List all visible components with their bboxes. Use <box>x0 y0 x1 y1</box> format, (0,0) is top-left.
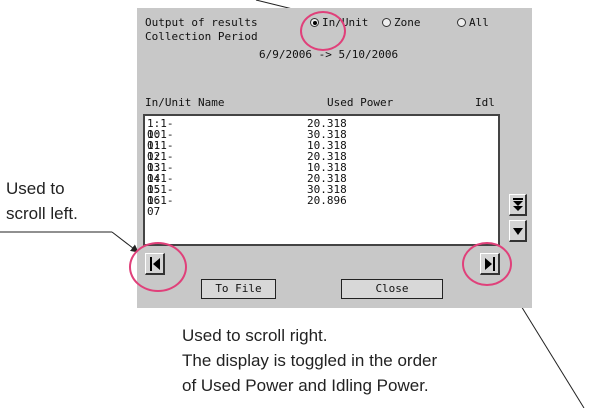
column-header-idling: Idl <box>475 96 495 109</box>
to-file-button[interactable]: To File <box>201 279 276 299</box>
caption-left-line2: scroll left. <box>6 204 78 223</box>
radio-all[interactable]: All <box>457 16 489 29</box>
column-header-name: In/Unit Name <box>145 96 225 109</box>
caption-left-line1: Used to <box>6 179 65 198</box>
radio-zone[interactable]: Zone <box>382 16 421 29</box>
caption-right-line1: Used to scroll right. <box>182 326 328 345</box>
radio-unselected-icon <box>457 18 466 27</box>
caption-right-line3: of Used Power and Idling Power. <box>182 376 429 395</box>
results-list[interactable]: 1:1-00 20.318 1:1-01 30.318 1:1-02 10.318 1… <box>143 114 500 246</box>
period-label: Collection Period <box>145 30 258 43</box>
highlight-circle-scroll-left <box>129 242 187 292</box>
highlight-circle-radio <box>300 11 346 51</box>
caption-right-line2: The display is toggled in the order <box>182 351 438 370</box>
column-header-used-power: Used Power <box>327 96 394 109</box>
chevron-down-icon <box>512 228 523 235</box>
output-label: Output of results <box>145 16 258 29</box>
radio-unselected-icon <box>382 18 391 27</box>
close-button[interactable]: Close <box>341 279 443 299</box>
scroll-bottom-button[interactable] <box>509 194 527 216</box>
scroll-down-button[interactable] <box>509 220 527 242</box>
double-chevron-down-icon <box>512 198 523 211</box>
highlight-circle-scroll-right <box>462 242 512 286</box>
